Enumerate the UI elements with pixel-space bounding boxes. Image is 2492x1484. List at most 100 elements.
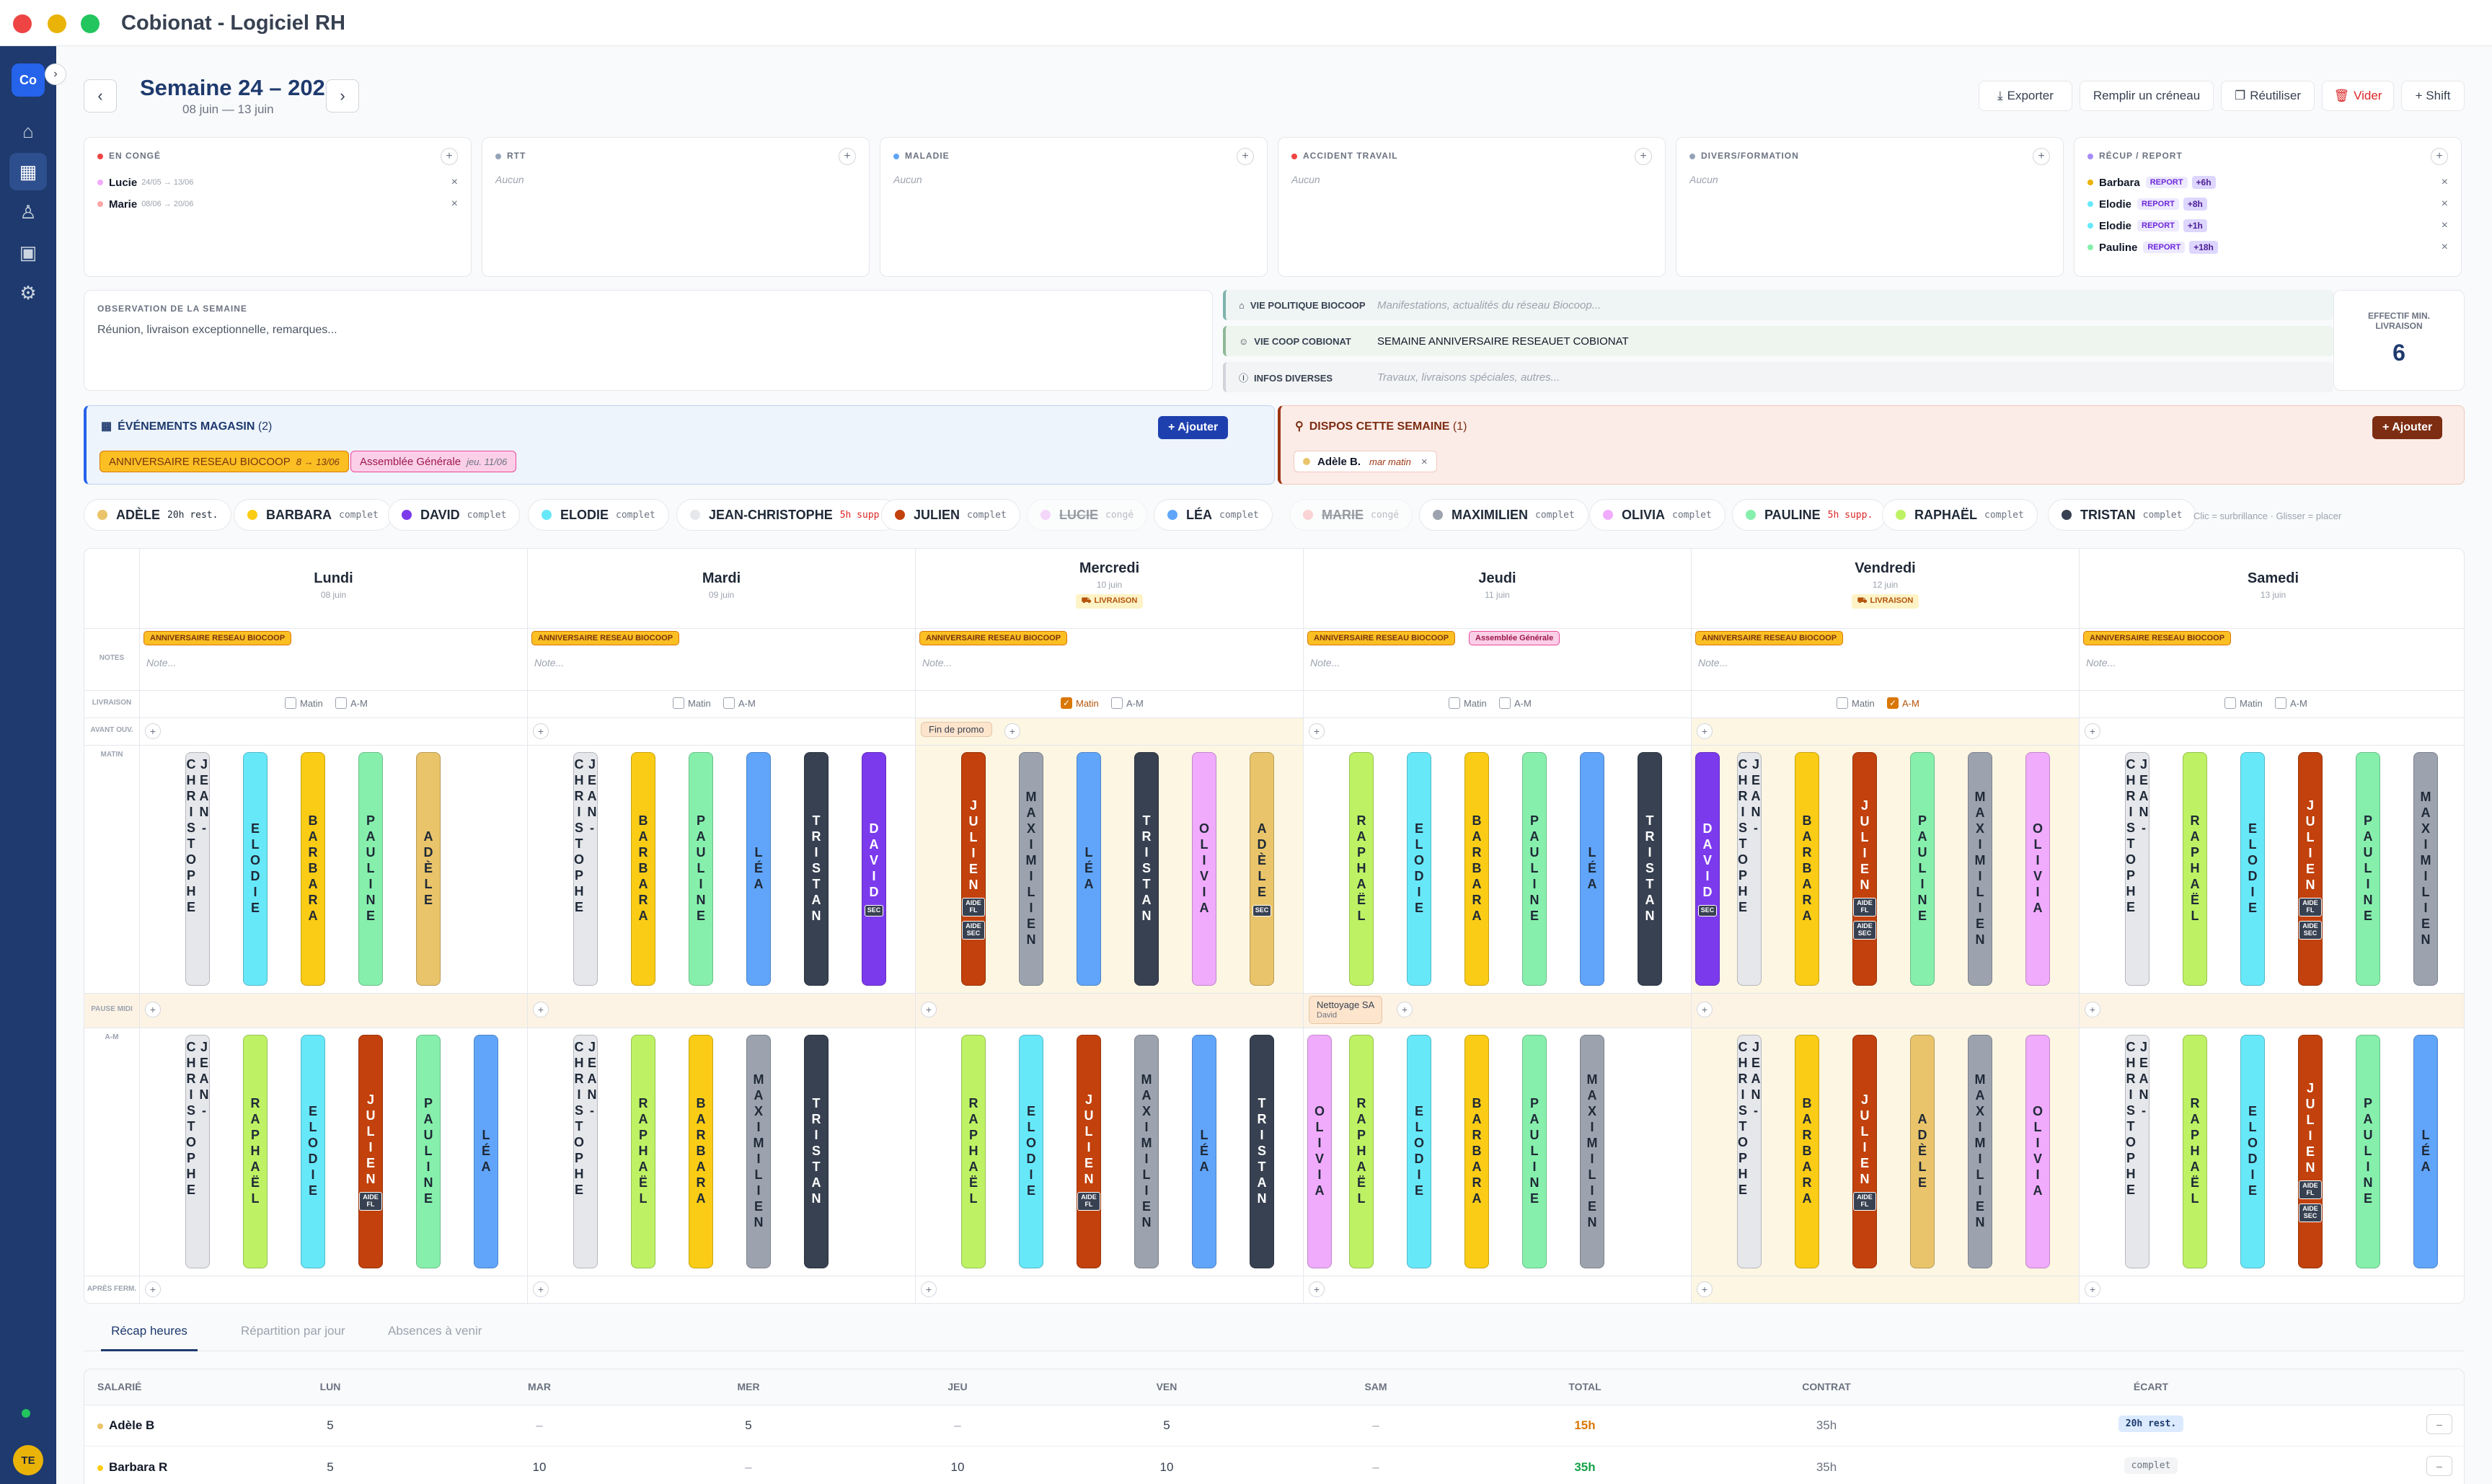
add-absence-button[interactable]: + xyxy=(2033,148,2050,165)
shift-bar[interactable]: PAULINE xyxy=(416,1035,441,1268)
day-event-chip[interactable]: ANNIVERSAIRE RESEAU BIOCOOP xyxy=(1307,631,1456,645)
add-shift-button[interactable]: + xyxy=(1309,1281,1325,1297)
day-event-chip[interactable]: ANNIVERSAIRE RESEAU BIOCOOP xyxy=(143,631,292,645)
livraison-am-checkbox[interactable]: ✓ A-M xyxy=(1887,697,1919,709)
shift-bar[interactable]: PAULINE xyxy=(1910,752,1935,986)
shift-bar[interactable]: OLIVIA xyxy=(2025,752,2050,986)
tab-recap-heures[interactable]: Récap heures xyxy=(101,1324,198,1351)
shift-bar[interactable]: BARBARA xyxy=(1795,752,1819,986)
add-absence-button[interactable]: + xyxy=(441,148,458,165)
shift-bar[interactable]: LÉA xyxy=(1580,752,1604,986)
add-shift-button[interactable]: + xyxy=(533,1281,549,1297)
shift-bar[interactable]: TRISTAN xyxy=(1638,752,1662,986)
effectif-value[interactable]: 6 xyxy=(2334,340,2464,366)
shift-bar[interactable]: JEAN-CHRISTOPHE xyxy=(2124,752,2151,986)
add-shift-button[interactable]: + xyxy=(2085,1002,2100,1017)
employee-chip[interactable]: OLIVIA complet xyxy=(1589,499,1726,531)
shift-bar[interactable]: ELODIE xyxy=(301,1035,325,1268)
day-note-input[interactable]: Note... xyxy=(922,657,952,668)
livraison-matin-checkbox[interactable]: Matin xyxy=(1449,697,1487,709)
livraison-matin-checkbox[interactable]: ✓ Matin xyxy=(1061,697,1099,709)
add-shift-button[interactable]: + Shift xyxy=(2401,81,2465,111)
employee-chip[interactable]: JEAN-CHRISTOPHE 5h supp. xyxy=(676,499,899,531)
employee-chip[interactable]: MAXIMILIEN complet xyxy=(1419,499,1589,531)
shift-bar[interactable]: MAXIMILIEN xyxy=(1134,1035,1159,1268)
shift-bar[interactable]: BARBARA xyxy=(301,752,325,986)
shift-bar[interactable]: BARBARA xyxy=(631,752,655,986)
shift-card[interactable]: Fin de promo xyxy=(921,722,992,737)
shift-bar[interactable]: MAXIMILIEN xyxy=(1968,1035,1992,1268)
add-shift-button[interactable]: + xyxy=(145,723,161,739)
employee-chip[interactable]: ADÈLE 20h rest. xyxy=(84,499,232,531)
remove-absence-button[interactable]: × xyxy=(2442,176,2448,189)
observation-input[interactable]: Réunion, livraison exceptionnelle, remar… xyxy=(97,324,337,337)
gear-icon[interactable]: ⚙ xyxy=(9,274,47,312)
remove-absence-button[interactable]: × xyxy=(451,198,458,211)
absence-row[interactable]: Lucie 24/05 → 13/06 × xyxy=(97,174,458,191)
shift-bar[interactable]: JEAN-CHRISTOPHE xyxy=(1736,752,1763,986)
row-action-button[interactable]: – xyxy=(2426,1456,2452,1476)
shift-card[interactable]: Nettoyage SA David xyxy=(1309,996,1383,1024)
shift-bar[interactable]: OLIVIA xyxy=(2025,1035,2050,1268)
add-shift-button[interactable]: + xyxy=(921,1281,937,1297)
shift-bar[interactable]: RAPHAËL xyxy=(1349,1035,1374,1268)
employee-chip[interactable]: RAPHAËL complet xyxy=(1882,499,2038,531)
info-input[interactable]: Manifestations, actualités du réseau Bio… xyxy=(1377,299,1601,312)
day-event-chip[interactable]: ANNIVERSAIRE RESEAU BIOCOOP xyxy=(2083,631,2232,645)
shift-bar[interactable]: DAVID SEC xyxy=(862,752,886,986)
shift-bar[interactable]: JULIEN AIDE FL AIDE SEC xyxy=(961,752,986,986)
remove-absence-button[interactable]: × xyxy=(451,176,458,189)
add-shift-button[interactable]: + xyxy=(1697,1002,1713,1017)
shift-bar[interactable]: JEAN-CHRISTOPHE xyxy=(572,1035,599,1268)
shift-bar[interactable]: JULIEN AIDE FL AIDE SEC xyxy=(2298,1035,2323,1268)
add-shift-button[interactable]: + xyxy=(533,1002,549,1017)
shift-bar[interactable]: BARBARA xyxy=(1464,1035,1489,1268)
info-input[interactable]: Travaux, livraisons spéciales, autres... xyxy=(1377,371,1560,384)
shift-bar[interactable]: OLIVIA xyxy=(1307,1035,1332,1268)
day-event-chip[interactable]: ANNIVERSAIRE RESEAU BIOCOOP xyxy=(531,631,680,645)
shift-bar[interactable]: PAULINE xyxy=(689,752,713,986)
shift-bar[interactable]: ELODIE xyxy=(2240,1035,2265,1268)
next-week-button[interactable]: › xyxy=(326,79,359,112)
shift-bar[interactable]: ELODIE xyxy=(243,752,268,986)
tab-absences[interactable]: Absences à venir xyxy=(388,1324,482,1351)
shift-bar[interactable]: ELODIE xyxy=(1407,1035,1431,1268)
livraison-matin-checkbox[interactable]: Matin xyxy=(673,697,711,709)
shift-bar[interactable]: RAPHAËL xyxy=(961,1035,986,1268)
shift-bar[interactable]: ELODIE xyxy=(1407,752,1431,986)
shift-bar[interactable]: ELODIE xyxy=(1019,1035,1043,1268)
shift-bar[interactable]: BARBARA xyxy=(1795,1035,1819,1268)
shift-bar[interactable]: PAULINE xyxy=(1522,1035,1547,1268)
shift-bar[interactable]: MAXIMILIEN xyxy=(1968,752,1992,986)
export-button[interactable]: ⤓ Exporter xyxy=(1979,81,2072,111)
prev-week-button[interactable]: ‹ xyxy=(84,79,117,112)
add-absence-button[interactable]: + xyxy=(1635,148,1652,165)
shift-bar[interactable]: ADÈLE xyxy=(1910,1035,1935,1268)
shift-bar[interactable]: OLIVIA xyxy=(1192,752,1216,986)
add-absence-button[interactable]: + xyxy=(1237,148,1254,165)
employee-chip[interactable]: PAULINE 5h supp. xyxy=(1732,499,1887,531)
day-note-input[interactable]: Note... xyxy=(146,657,176,668)
tab-repartition[interactable]: Répartition par jour xyxy=(241,1324,345,1351)
add-shift-button[interactable]: + xyxy=(1697,1281,1713,1297)
livraison-am-checkbox[interactable]: A-M xyxy=(1111,697,1144,709)
shift-bar[interactable]: PAULINE xyxy=(1522,752,1547,986)
calendar-icon[interactable]: ▦ xyxy=(9,153,47,190)
livraison-matin-checkbox[interactable]: Matin xyxy=(2224,697,2263,709)
maximize-window-button[interactable] xyxy=(81,14,100,33)
day-note-input[interactable]: Note... xyxy=(534,657,564,668)
employee-chip[interactable]: LÉA complet xyxy=(1154,499,1273,531)
row-action-button[interactable]: – xyxy=(2426,1414,2452,1434)
shift-bar[interactable]: LÉA xyxy=(746,752,771,986)
add-absence-button[interactable]: + xyxy=(2431,148,2448,165)
livraison-am-checkbox[interactable]: A-M xyxy=(2275,697,2307,709)
shift-bar[interactable]: RAPHAËL xyxy=(243,1035,268,1268)
add-dispo-button[interactable]: + Ajouter xyxy=(2372,416,2443,439)
employee-chip[interactable]: ELODIE complet xyxy=(528,499,669,531)
dispo-chip[interactable]: Adèle B. mar matin × xyxy=(1294,451,1437,472)
absence-row[interactable]: Pauline REPORT +18h × xyxy=(2087,239,2448,256)
add-absence-button[interactable]: + xyxy=(839,148,856,165)
shift-bar[interactable]: RAPHAËL xyxy=(2183,752,2207,986)
shift-bar[interactable]: RAPHAËL xyxy=(631,1035,655,1268)
shift-bar[interactable]: MAXIMILIEN xyxy=(746,1035,771,1268)
